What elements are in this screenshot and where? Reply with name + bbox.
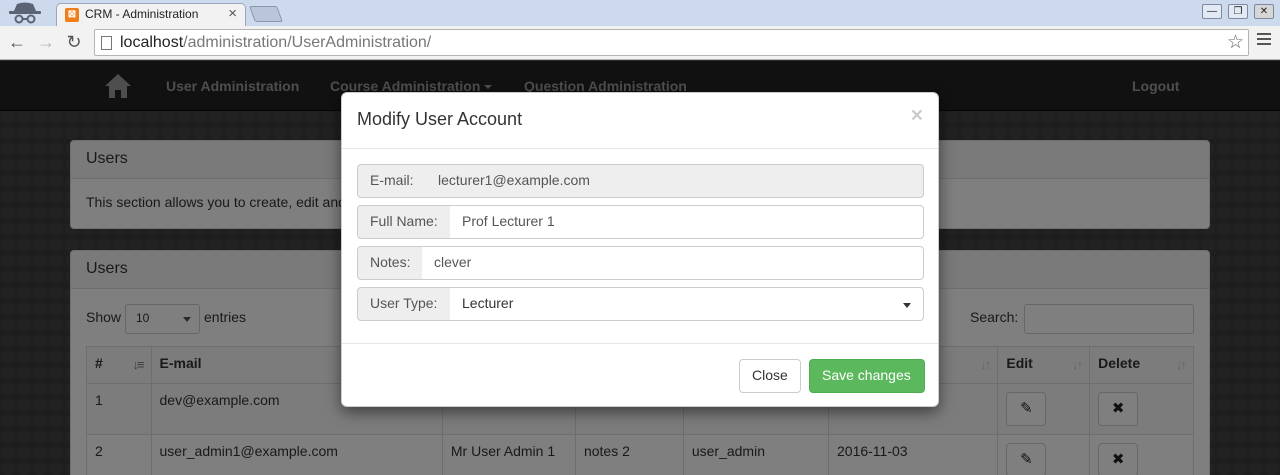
- modal-footer: Close Save changes: [342, 343, 938, 406]
- window-close-button[interactable]: ✕: [1254, 4, 1274, 19]
- url-host: localhost: [120, 34, 184, 51]
- maximize-button[interactable]: ❐: [1228, 4, 1248, 19]
- notes-field[interactable]: clever: [422, 246, 924, 280]
- browser-titlebar: ⊠ CRM - Administration × — ❐ ✕: [0, 0, 1280, 26]
- usertype-select[interactable]: Lecturer: [450, 287, 924, 321]
- fullname-field[interactable]: Prof Lecturer 1: [450, 205, 924, 239]
- reload-icon[interactable]: ↻: [63, 31, 85, 53]
- save-changes-button[interactable]: Save changes: [809, 359, 925, 393]
- chevron-down-icon: [903, 303, 911, 308]
- new-tab-button[interactable]: [249, 6, 283, 22]
- url-path: /administration/UserAdministration/: [183, 34, 432, 51]
- notes-label: Notes:: [357, 246, 423, 280]
- email-label: E-mail:: [357, 164, 427, 198]
- browser-tab-active[interactable]: ⊠ CRM - Administration ×: [56, 3, 246, 26]
- email-group: E-mail: lecturer1@example.com: [357, 164, 924, 198]
- minimize-button[interactable]: —: [1202, 4, 1222, 19]
- incognito-icon: [9, 2, 41, 24]
- tab-close-icon[interactable]: ×: [228, 5, 237, 22]
- usertype-value: Lecturer: [462, 295, 514, 311]
- page-icon: [101, 36, 112, 50]
- menu-icon[interactable]: [1257, 33, 1271, 49]
- notes-group: Notes: clever: [357, 246, 924, 280]
- modify-user-modal: Modify User Account × E-mail: lecturer1@…: [341, 92, 939, 407]
- fullname-group: Full Name: Prof Lecturer 1: [357, 205, 924, 239]
- xampp-favicon-icon: ⊠: [65, 8, 79, 22]
- browser-toolbar: ← → ↻ localhost/administration/UserAdmin…: [0, 26, 1280, 60]
- modal-header: Modify User Account ×: [342, 93, 938, 149]
- usertype-label: User Type:: [357, 287, 451, 321]
- tab-title: CRM - Administration: [85, 7, 199, 21]
- close-button[interactable]: Close: [739, 359, 801, 393]
- modal-title: Modify User Account: [357, 109, 523, 129]
- star-icon[interactable]: ☆: [1227, 31, 1244, 54]
- fullname-label: Full Name:: [357, 205, 451, 239]
- forward-icon[interactable]: →: [35, 31, 57, 53]
- usertype-group: User Type: Lecturer: [357, 287, 924, 321]
- back-icon[interactable]: ←: [6, 31, 28, 53]
- email-field: lecturer1@example.com: [426, 164, 924, 198]
- close-icon[interactable]: ×: [911, 105, 923, 126]
- address-bar[interactable]: localhost/administration/UserAdministrat…: [94, 29, 1249, 56]
- url-text: localhost/administration/UserAdministrat…: [120, 34, 431, 52]
